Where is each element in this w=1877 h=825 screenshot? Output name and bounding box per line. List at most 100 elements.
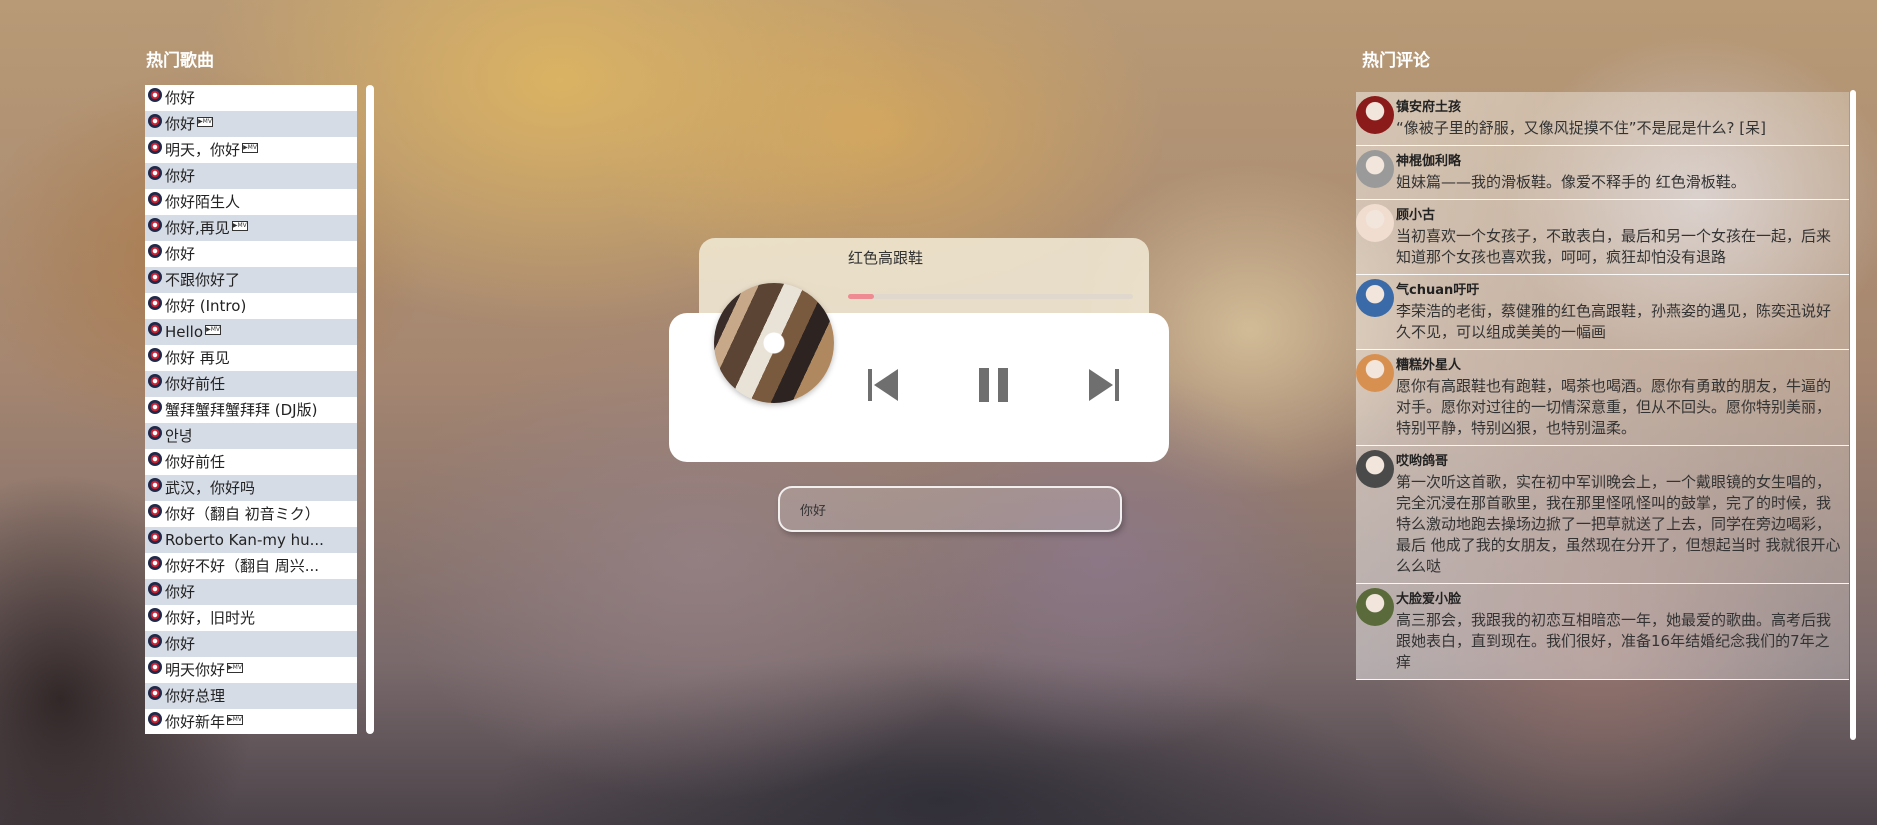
- progress-fill: [848, 294, 874, 299]
- music-disc-icon: [148, 88, 162, 102]
- song-title: 你好，旧时光: [165, 609, 256, 627]
- avatar[interactable]: [1356, 588, 1394, 626]
- next-button[interactable]: [1086, 365, 1122, 405]
- song-list-item[interactable]: 你好 (Intro): [145, 293, 357, 319]
- previous-button[interactable]: [865, 365, 901, 405]
- music-disc-icon: [148, 426, 162, 440]
- comment-item: 顾小古 当初喜欢一个女孩子，不敢表白，最后和另一个女孩在一起，后来知道那个女孩也喜…: [1356, 200, 1849, 275]
- song-list-item[interactable]: 不跟你好了: [145, 267, 357, 293]
- music-disc-icon: [148, 244, 162, 258]
- song-list-item[interactable]: 你好 ▶MV: [145, 111, 357, 137]
- comment-username[interactable]: 气chuan吁吁: [1396, 281, 1843, 301]
- song-list-item[interactable]: 你好: [145, 241, 357, 267]
- song-list-item[interactable]: 你好,再见 ▶MV: [145, 215, 357, 241]
- mv-icon[interactable]: ▶MV: [231, 221, 248, 231]
- music-disc-icon: [148, 582, 162, 596]
- song-list-item[interactable]: 你好: [145, 163, 357, 189]
- avatar[interactable]: [1356, 204, 1394, 242]
- search-input[interactable]: [778, 486, 1122, 532]
- pause-icon: [979, 368, 1008, 402]
- music-disc-icon: [148, 270, 162, 284]
- song-list-item[interactable]: 你好不好（翻自 周兴...: [145, 553, 357, 579]
- avatar[interactable]: [1356, 279, 1394, 317]
- song-list-item[interactable]: 明天你好 ▶MV: [145, 657, 357, 683]
- song-list-item[interactable]: 你好前任: [145, 449, 357, 475]
- song-list-item[interactable]: 안녕: [145, 423, 357, 449]
- song-list-item[interactable]: 明天，你好 ▶MV: [145, 137, 357, 163]
- avatar[interactable]: [1356, 450, 1394, 488]
- song-list[interactable]: 你好 你好 ▶MV 明天，你好 ▶MV 你好 你好陌生人 你好,再见 ▶MV 你好 不跟你好了 你好 …: [145, 85, 357, 734]
- song-title: 你好总理: [165, 687, 226, 705]
- music-disc-icon: [148, 504, 162, 518]
- mv-icon[interactable]: ▶MV: [227, 663, 244, 673]
- music-disc-icon: [148, 166, 162, 180]
- music-disc-icon: [148, 140, 162, 154]
- song-title: 你好: [165, 89, 196, 107]
- song-list-item[interactable]: Hello ▶MV: [145, 319, 357, 345]
- song-list-item[interactable]: 武汉，你好吗: [145, 475, 357, 501]
- music-disc-icon: [148, 556, 162, 570]
- comment-item: 镇安府土孩 “像被子里的舒服，又像风捉摸不住”不是屁是什么? [呆]: [1356, 92, 1849, 146]
- comment-item: 大脸爱小脸 高三那会，我跟我的初恋互相暗恋一年，她最爱的歌曲。高考后我跟她表白，直…: [1356, 584, 1849, 680]
- avatar[interactable]: [1356, 150, 1394, 188]
- song-list-item[interactable]: Roberto Kan-my hu...: [145, 527, 357, 553]
- music-disc-icon: [148, 348, 162, 362]
- song-list-item[interactable]: 你好，旧时光: [145, 605, 357, 631]
- song-title: 你好不好（翻自 周兴...: [165, 557, 320, 575]
- comment-username[interactable]: 大脸爱小脸: [1396, 590, 1843, 610]
- song-list-item[interactable]: 蟹拜蟹拜蟹拜拜 (DJ版): [145, 397, 357, 423]
- song-list-item[interactable]: 你好前任: [145, 371, 357, 397]
- song-title: 蟹拜蟹拜蟹拜拜 (DJ版): [165, 401, 318, 419]
- song-title: 你好: [165, 635, 196, 653]
- song-list-item[interactable]: 你好（翻自 初音ミク）: [145, 501, 357, 527]
- avatar[interactable]: [1356, 354, 1394, 392]
- song-title: 안녕: [165, 427, 193, 445]
- mv-icon[interactable]: ▶MV: [205, 325, 222, 335]
- comments-section-title: 热门评论: [1362, 51, 1430, 71]
- song-title: 你好新年: [165, 713, 226, 731]
- comment-text: 第一次听这首歌，实在初中军训晚会上，一个戴眼镜的女生唱的，完全沉浸在那首歌里，我…: [1396, 473, 1841, 575]
- music-disc-icon: [148, 322, 162, 336]
- music-disc-icon: [148, 660, 162, 674]
- comment-text: 当初喜欢一个女孩子，不敢表白，最后和另一个女孩在一起，后来知道那个女孩也喜欢我，…: [1396, 227, 1832, 266]
- comment-username[interactable]: 糟糕外星人: [1396, 356, 1843, 376]
- mv-icon[interactable]: ▶MV: [242, 143, 259, 153]
- songs-section-title: 热门歌曲: [146, 51, 214, 71]
- song-title: 不跟你好了: [165, 271, 241, 289]
- song-list-item[interactable]: 你好: [145, 579, 357, 605]
- comment-username[interactable]: 神棍伽利略: [1396, 152, 1843, 172]
- skip-next-icon: [1089, 369, 1119, 401]
- song-list-item[interactable]: 你好: [145, 631, 357, 657]
- comment-username[interactable]: 顾小古: [1396, 206, 1843, 226]
- song-title: 你好（翻自 初音ミク）: [165, 505, 320, 523]
- avatar[interactable]: [1356, 96, 1394, 134]
- music-disc-icon: [148, 530, 162, 544]
- music-disc-icon: [148, 114, 162, 128]
- comment-text: 姐妹篇——我的滑板鞋。像爱不释手的 红色滑板鞋。: [1396, 173, 1746, 191]
- song-list-item[interactable]: 你好: [145, 85, 357, 111]
- song-title: 你好前任: [165, 375, 226, 393]
- comment-username[interactable]: 哎哟鸽哥: [1396, 452, 1843, 472]
- song-list-scrollbar[interactable]: [366, 85, 374, 734]
- comment-list[interactable]: 镇安府土孩 “像被子里的舒服，又像风捉摸不住”不是屁是什么? [呆] 神棍伽利略 姐妹…: [1356, 92, 1849, 740]
- song-title: 你好 再见: [165, 349, 230, 367]
- pause-button[interactable]: [976, 365, 1012, 405]
- song-title: 你好,再见: [165, 219, 230, 237]
- song-list-item[interactable]: 你好陌生人: [145, 189, 357, 215]
- mv-icon[interactable]: ▶MV: [227, 715, 244, 725]
- comment-text: 李荣浩的老街，蔡健雅的红色高跟鞋，孙燕姿的遇见，陈奕迅说好久不见，可以组成美美的…: [1396, 302, 1832, 341]
- music-disc-icon: [148, 452, 162, 466]
- mv-icon[interactable]: ▶MV: [197, 117, 214, 127]
- song-title: Hello: [165, 323, 204, 341]
- comment-item: 神棍伽利略 姐妹篇——我的滑板鞋。像爱不释手的 红色滑板鞋。: [1356, 146, 1849, 200]
- comment-list-scrollbar[interactable]: [1850, 90, 1856, 740]
- comment-username[interactable]: 镇安府土孩: [1396, 98, 1843, 118]
- song-list-item[interactable]: 你好总理: [145, 683, 357, 709]
- music-disc-icon: [148, 686, 162, 700]
- song-title: 你好前任: [165, 453, 226, 471]
- music-disc-icon: [148, 218, 162, 232]
- song-list-item[interactable]: 你好 再见: [145, 345, 357, 371]
- song-title: Roberto Kan-my hu...: [165, 531, 324, 549]
- song-list-item[interactable]: 你好新年 ▶MV: [145, 709, 357, 734]
- progress-bar[interactable]: [848, 294, 1133, 299]
